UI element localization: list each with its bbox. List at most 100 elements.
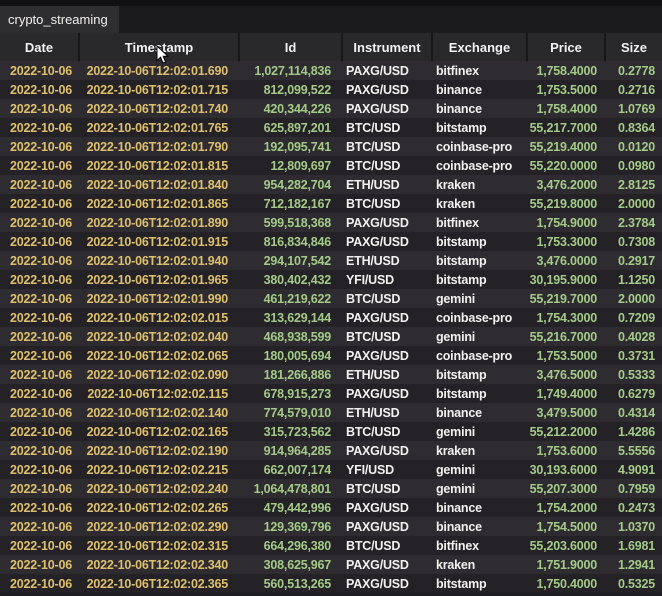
cell-size: 1.0370 [604, 517, 662, 536]
cell-size: 0.2716 [604, 80, 662, 99]
table-row[interactable]: 2022-10-062022-10-06T12:02:02.365560,513… [0, 574, 662, 593]
cell-id: 812,099,522 [238, 80, 341, 99]
cell-instrument: BTC/USD [341, 137, 431, 156]
table-row[interactable]: 2022-10-062022-10-06T12:02:01.965380,402… [0, 270, 662, 289]
cell-timestamp: 2022-10-06T12:02:01.940 [78, 251, 238, 270]
cell-size: 1.0769 [604, 99, 662, 118]
cell-timestamp: 2022-10-06T12:02:01.815 [78, 156, 238, 175]
cell-price: 55,219.8000 [526, 194, 604, 213]
tab-crypto-streaming[interactable]: crypto_streaming [0, 6, 119, 33]
cell-price: 55,219.4000 [526, 137, 604, 156]
table-row[interactable]: 2022-10-062022-10-06T12:02:01.740420,344… [0, 99, 662, 118]
cell-id: 468,938,599 [238, 327, 341, 346]
cell-price: 1,754.3000 [526, 308, 604, 327]
cell-date: 2022-10-06 [0, 289, 78, 308]
cell-price: 1,758.4000 [526, 61, 604, 80]
table-row[interactable]: 2022-10-062022-10-06T12:02:01.6901,027,1… [0, 61, 662, 80]
table-row[interactable]: 2022-10-062022-10-06T12:02:01.81512,809,… [0, 156, 662, 175]
table-row[interactable]: 2022-10-062022-10-06T12:02:01.990461,219… [0, 289, 662, 308]
cell-date: 2022-10-06 [0, 460, 78, 479]
table-row[interactable]: 2022-10-062022-10-06T12:02:02.315664,296… [0, 536, 662, 555]
table-row[interactable]: 2022-10-062022-10-06T12:02:01.890599,518… [0, 213, 662, 232]
cell-timestamp: 2022-10-06T12:02:02.340 [78, 555, 238, 574]
cell-instrument: PAXG/USD [341, 555, 431, 574]
table-row[interactable]: 2022-10-062022-10-06T12:02:01.790192,095… [0, 137, 662, 156]
cell-instrument: YFI/USD [341, 460, 431, 479]
cell-size: 0.4314 [604, 403, 662, 422]
table-body: 2022-10-062022-10-06T12:02:01.6901,027,1… [0, 61, 662, 596]
table-row[interactable]: 2022-10-062022-10-06T12:02:02.340308,625… [0, 555, 662, 574]
cell-instrument: PAXG/USD [341, 61, 431, 80]
cell-size: 0.2917 [604, 251, 662, 270]
cell-date: 2022-10-06 [0, 194, 78, 213]
cell-date: 2022-10-06 [0, 118, 78, 137]
column-header-timestamp[interactable]: Timestamp [78, 33, 238, 61]
table-row[interactable]: 2022-10-062022-10-06T12:02:02.290129,369… [0, 517, 662, 536]
cell-size: 0.8364 [604, 118, 662, 137]
cell-date: 2022-10-06 [0, 308, 78, 327]
cell-timestamp: 2022-10-06T12:02:01.765 [78, 118, 238, 137]
cell-date: 2022-10-06 [0, 536, 78, 555]
cell-id: 774,579,010 [238, 403, 341, 422]
table-row[interactable]: 2022-10-062022-10-06T12:02:01.940294,107… [0, 251, 662, 270]
column-header-price[interactable]: Price [526, 33, 604, 61]
table-row[interactable]: 2022-10-062022-10-06T12:02:02.040468,938… [0, 327, 662, 346]
cell-size: 1.1250 [604, 270, 662, 289]
cell-id: 380,402,432 [238, 270, 341, 289]
table-row[interactable]: 2022-10-062022-10-06T12:02:02.165315,723… [0, 422, 662, 441]
column-header-exchange[interactable]: Exchange [431, 33, 526, 61]
cell-timestamp: 2022-10-06T12:02:02.265 [78, 498, 238, 517]
column-header-instrument[interactable]: Instrument [341, 33, 431, 61]
cell-exchange: bitstamp [431, 251, 526, 270]
table-row[interactable]: 2022-10-062022-10-06T12:02:01.840954,282… [0, 175, 662, 194]
cell-size: 0.7209 [604, 308, 662, 327]
cell-id: 12,809,697 [238, 156, 341, 175]
cell-size: 2.0000 [604, 194, 662, 213]
cell-price: 3,476.2000 [526, 175, 604, 194]
cell-exchange: binance [431, 498, 526, 517]
cell-instrument: BTC/USD [341, 422, 431, 441]
cell-size: 5.5556 [604, 441, 662, 460]
column-header-date[interactable]: Date [0, 33, 78, 61]
cell-exchange: binance [431, 80, 526, 99]
column-header-id[interactable]: Id [238, 33, 341, 61]
table-row[interactable]: 2022-10-062022-10-06T12:02:02.015313,629… [0, 308, 662, 327]
cell-size: 0.3731 [604, 346, 662, 365]
table-row[interactable]: 2022-10-062022-10-06T12:02:02.190914,964… [0, 441, 662, 460]
cell-date: 2022-10-06 [0, 137, 78, 156]
table-row[interactable]: 2022-10-062022-10-06T12:02:02.065180,005… [0, 346, 662, 365]
table-row[interactable]: 2022-10-062022-10-06T12:02:02.115678,915… [0, 384, 662, 403]
cell-exchange: binance [431, 517, 526, 536]
cell-price: 1,751.9000 [526, 555, 604, 574]
cell-date: 2022-10-06 [0, 346, 78, 365]
cell-timestamp: 2022-10-06T12:02:01.790 [78, 137, 238, 156]
cell-size: 1.6981 [604, 536, 662, 555]
tab-bar: crypto_streaming [0, 6, 662, 33]
cell-price: 55,216.7000 [526, 327, 604, 346]
cell-id: 678,915,273 [238, 384, 341, 403]
cell-date: 2022-10-06 [0, 270, 78, 289]
cell-instrument: PAXG/USD [341, 441, 431, 460]
cell-timestamp: 2022-10-06T12:02:02.140 [78, 403, 238, 422]
table-row[interactable]: 2022-10-062022-10-06T12:02:02.265479,442… [0, 498, 662, 517]
table-row[interactable]: 2022-10-062022-10-06T12:02:01.715812,099… [0, 80, 662, 99]
table-row[interactable]: 2022-10-062022-10-06T12:02:02.2401,064,4… [0, 479, 662, 498]
cell-price: 30,193.6000 [526, 460, 604, 479]
cell-size: 0.5325 [604, 574, 662, 593]
cell-exchange: binance [431, 99, 526, 118]
cell-id: 315,723,562 [238, 422, 341, 441]
table-row[interactable]: 2022-10-062022-10-06T12:02:01.865712,182… [0, 194, 662, 213]
cell-id: 294,107,542 [238, 251, 341, 270]
cell-instrument: BTC/USD [341, 327, 431, 346]
table-row[interactable]: 2022-10-062022-10-06T12:02:01.915816,834… [0, 232, 662, 251]
cell-price: 1,754.5000 [526, 517, 604, 536]
cell-id: 479,442,996 [238, 498, 341, 517]
table-row[interactable]: 2022-10-062022-10-06T12:02:02.140774,579… [0, 403, 662, 422]
cell-timestamp: 2022-10-06T12:02:01.915 [78, 232, 238, 251]
column-header-size[interactable]: Size [604, 33, 662, 61]
cell-price: 1,758.4000 [526, 99, 604, 118]
cell-price: 1,753.5000 [526, 80, 604, 99]
table-row[interactable]: 2022-10-062022-10-06T12:02:01.765625,897… [0, 118, 662, 137]
table-row[interactable]: 2022-10-062022-10-06T12:02:02.215662,007… [0, 460, 662, 479]
table-row[interactable]: 2022-10-062022-10-06T12:02:02.090181,266… [0, 365, 662, 384]
